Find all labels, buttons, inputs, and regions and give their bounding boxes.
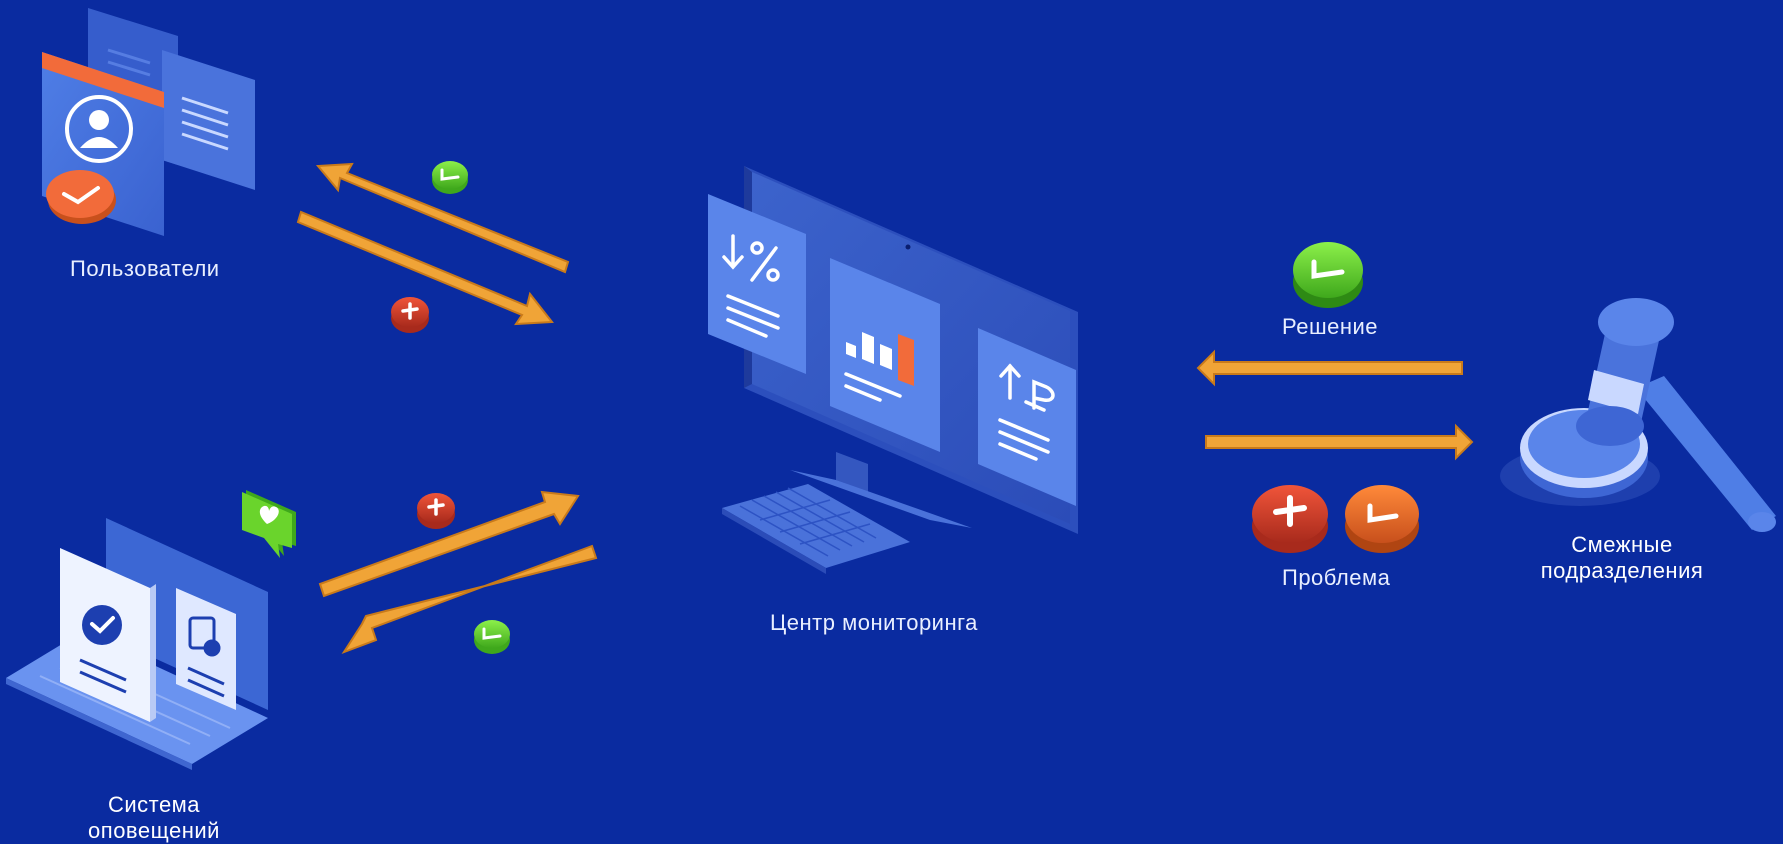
arrow-problem-to-related bbox=[1205, 423, 1474, 461]
solution-label: Решение bbox=[1282, 314, 1379, 339]
check-icon bbox=[1293, 242, 1363, 308]
arrow-solution-to-center bbox=[1196, 349, 1463, 387]
notification-system-line2: оповещений bbox=[88, 818, 220, 843]
plus-icon bbox=[417, 493, 455, 529]
plus-icon bbox=[391, 297, 429, 333]
notification-system-line1: Система bbox=[107, 792, 201, 817]
check-icon bbox=[474, 620, 510, 654]
check-circle-icon bbox=[82, 605, 122, 645]
monitoring-center-label: Центр мониторинга bbox=[770, 610, 978, 635]
plus-icon bbox=[1252, 485, 1328, 553]
problem-label: Проблема bbox=[1282, 565, 1391, 590]
heart-message-icon bbox=[242, 490, 296, 558]
related-departments-line1: Смежные bbox=[1571, 532, 1673, 557]
check-icon bbox=[1345, 485, 1419, 553]
notification-system-illustration bbox=[6, 490, 296, 770]
related-departments-line2: подразделения bbox=[1540, 558, 1704, 583]
related-departments-label: Смежные подразделения bbox=[1530, 532, 1714, 584]
monitoring-diagram bbox=[6, 8, 1776, 770]
monitoring-center-illustration bbox=[708, 166, 1078, 574]
users-label: Пользователи bbox=[70, 256, 220, 281]
notification-system-label: Система оповещений bbox=[64, 792, 244, 844]
check-icon bbox=[432, 161, 468, 194]
gavel-icon bbox=[1500, 298, 1776, 532]
users-illustration bbox=[42, 8, 255, 236]
